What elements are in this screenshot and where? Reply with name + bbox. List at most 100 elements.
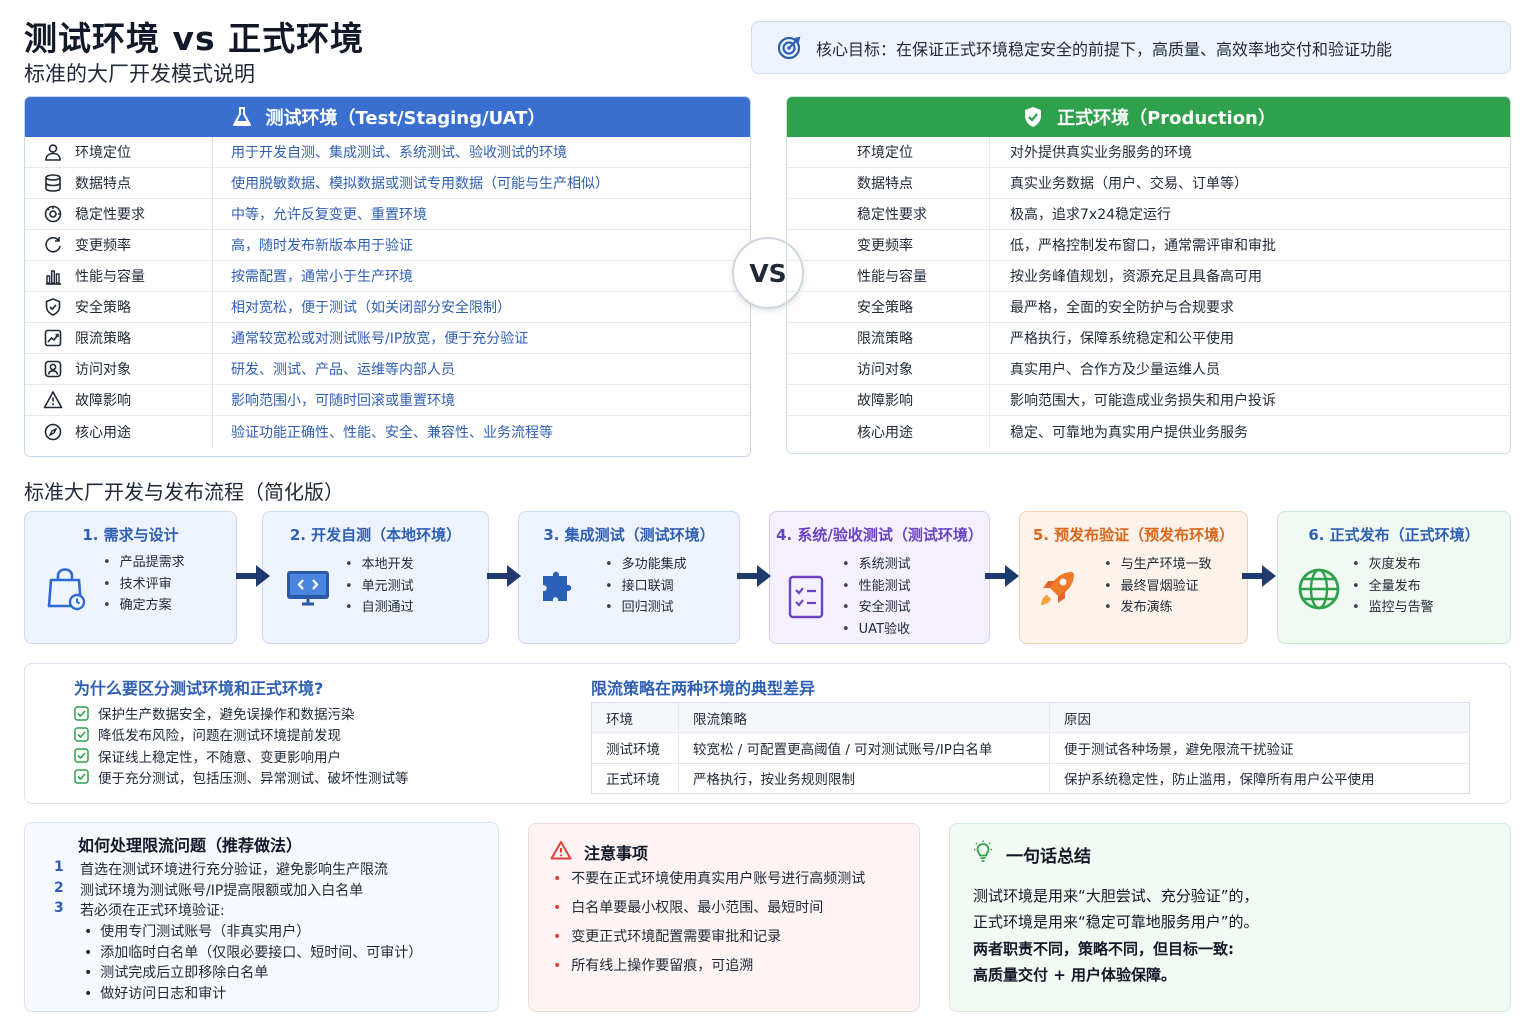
flow-arrow-icon (985, 562, 1021, 590)
list-item: 监控与告警 (1352, 597, 1434, 619)
limit-table-header-row: 环境 限流策略 原因 (591, 702, 1470, 734)
row-value: 低，严格控制发布窗口，通常需评审和审批 (1010, 238, 1276, 254)
table-row: 性能与容量 按业务峰值规划，资源充足且具备高可用 (787, 261, 1510, 292)
page-subtitle: 标准的大厂开发模式说明 (24, 62, 255, 86)
why-item-text: 便于充分测试，包括压测、异常测试、破坏性测试等 (98, 770, 409, 787)
test-env-header: 测试环境（Test/Staging/UAT） (25, 97, 750, 137)
check-icon (74, 748, 89, 763)
list-item: 技术评审 (103, 574, 185, 596)
prod-env-header: 正式环境（Production） (787, 97, 1510, 137)
goal-banner: 核心目标：在保证正式环境稳定安全的前提下，高质量、高效率地交付和验证功能 (751, 21, 1511, 74)
gauge-icon (43, 204, 63, 224)
limit-header-policy: 限流策略 (678, 702, 1050, 734)
row-label-cell: 性能与容量 (25, 261, 213, 291)
lightbulb-icon (972, 840, 994, 868)
user-card-icon (43, 359, 63, 379)
flow-step-title: 1. 需求与设计 (82, 526, 179, 544)
list-item: 产品提需求 (103, 552, 185, 574)
row-label: 数据特点 (787, 168, 990, 198)
summary-line: 高质量交付 + 用户体验保障。 (973, 966, 1177, 984)
alert-icon (43, 390, 63, 410)
flow-step-items: 产品提需求技术评审确定方案 (103, 552, 185, 617)
list-item: 回归测试 (605, 597, 687, 619)
table-cell: 便于测试各种场景，避免限流干扰验证 (1049, 732, 1470, 764)
item-text: 首选在测试环境进行充分验证，避免影响生产限流 (80, 862, 388, 878)
row-label: 变更频率 (75, 238, 131, 254)
flow-step-items: 系统测试性能测试安全测试UAT验收 (842, 554, 911, 640)
table-row: 测试环境 较宽松 / 可配置更高阈值 / 可对测试账号/IP白名单 便于测试各种… (591, 732, 1470, 764)
warning-icon (550, 840, 572, 864)
row-label: 性能与容量 (787, 261, 990, 291)
list-item: 测试完成后立即移除白名单 (84, 962, 268, 982)
table-row: 访问对象 真实用户、合作方及少量运维人员 (787, 354, 1510, 385)
table-row: 性能与容量 按需配置，通常小于生产环境 (25, 261, 750, 292)
list-item: 保证线上稳定性，不随意、变更影响用户 (74, 746, 341, 766)
table-row: 限流策略 通常较宽松或对测试账号/IP放宽，便于充分验证 (25, 323, 750, 354)
flow-step-items: 灰度发布全量发布监控与告警 (1352, 554, 1434, 619)
row-label-cell: 环境定位 (25, 137, 213, 167)
row-label: 环境定位 (75, 145, 131, 161)
table-row: 核心用途 稳定、可靠地为真实用户提供业务服务 (787, 416, 1510, 447)
row-value: 按业务峰值规划，资源充足且具备高可用 (1010, 269, 1262, 285)
limit-header-reason: 原因 (1049, 702, 1470, 734)
test-env-rows: 环境定位 用于开发自测、集成测试、系统测试、验收测试的环境 数据特点 使用脱敏数据、模… (25, 137, 750, 447)
trend-icon (43, 328, 63, 348)
list-item: 单元测试 (345, 576, 414, 598)
flow-step-2: 2. 开发自测（本地环境） 本地开发单元测试自测通过 (262, 511, 489, 644)
row-value: 稳定、可靠地为真实用户提供业务服务 (1010, 424, 1248, 441)
list-item: 不要在正式环境使用真实用户账号进行高频测试 (553, 868, 865, 888)
shopping-bag-icon (43, 566, 89, 616)
test-env-panel: 测试环境（Test/Staging/UAT） 环境定位 用于开发自测、集成测试、系… (24, 96, 751, 457)
row-label: 核心用途 (787, 416, 990, 447)
item-text: 若必须在正式环境验证: (80, 903, 225, 920)
table-row: 变更频率 低，严格控制发布窗口，通常需评审和审批 (787, 230, 1510, 261)
bar-chart-icon (43, 266, 63, 286)
list-item: 添加临时白名单（仅限必要接口、短时间、可审计） (84, 942, 422, 962)
flow-step-4: 4. 系统/验收测试（测试环境） 系统测试性能测试安全测试UAT验收 (769, 511, 990, 644)
rocket-icon (1034, 566, 1080, 616)
check-icon (74, 705, 89, 721)
table-row: 环境定位 对外提供真实业务服务的环境 (787, 137, 1510, 168)
flow-arrow-icon (487, 562, 523, 590)
flow-arrow-icon (1242, 562, 1278, 590)
row-label-cell: 数据特点 (25, 168, 213, 198)
shield-icon (43, 297, 63, 317)
list-item: 所有线上操作要留痕，可追溯 (553, 955, 753, 975)
row-value: 通常较宽松或对测试账号/IP放宽，便于充分验证 (231, 331, 529, 347)
row-label: 访问对象 (787, 354, 990, 384)
list-item: 自测通过 (345, 597, 414, 619)
flow-step-title: 5. 预发布验证（预发布环境） (1032, 526, 1235, 544)
table-row: 故障影响 影响范围大，可能造成业务损失和用户投诉 (787, 385, 1510, 416)
row-label: 性能与容量 (75, 269, 145, 285)
puzzle-icon (537, 566, 583, 616)
check-icon (74, 727, 89, 742)
row-value: 按需配置，通常小于生产环境 (231, 269, 413, 285)
row-value: 极高，追求7x24稳定运行 (1010, 207, 1172, 223)
row-label: 限流策略 (75, 331, 131, 347)
list-item: 全量发布 (1352, 576, 1434, 598)
person-icon (43, 142, 63, 162)
flow-step-title: 2. 开发自测（本地环境） (289, 526, 462, 544)
flow-title: 标准大厂开发与发布流程（简化版） (24, 480, 344, 504)
list-item: 变更正式环境配置需要审批和记录 (553, 926, 781, 946)
list-item: 系统测试 (842, 554, 911, 576)
flow-step-1: 1. 需求与设计产品提需求技术评审确定方案 (24, 511, 237, 644)
list-item: 灰度发布 (1352, 554, 1434, 576)
table-row: 变更频率 高，随时发布新版本用于验证 (25, 230, 750, 261)
flow-step-items: 本地开发单元测试自测通过 (345, 554, 414, 619)
row-label-cell: 变更频率 (25, 230, 213, 260)
row-value: 对外提供真实业务服务的环境 (1010, 145, 1192, 161)
item-number: 2 (54, 879, 64, 896)
monitor-code-icon (285, 566, 331, 616)
table-cell: 正式环境 (591, 763, 679, 794)
table-row: 安全策略 最严格，全面的安全防护与合规要求 (787, 292, 1510, 323)
row-label-cell: 限流策略 (25, 323, 213, 353)
list-item: 3 若必须在正式环境验证: (54, 900, 225, 920)
list-item: 最终冒烟验证 (1104, 576, 1212, 598)
flow-step-6: 6. 正式发布（正式环境） 灰度发布全量发布监控与告警 (1277, 511, 1511, 644)
row-value: 影响范围小，可随时回滚或重置环境 (231, 393, 455, 409)
handle-title: 如何处理限流问题（推荐做法） (78, 836, 303, 855)
row-value: 研发、测试、产品、运维等内部人员 (231, 362, 455, 378)
flow-step-items: 与生产环境一致最终冒烟验证发布演练 (1104, 554, 1212, 619)
item-text: 测试环境为测试账号/IP提高限额或加入白名单 (80, 882, 364, 899)
